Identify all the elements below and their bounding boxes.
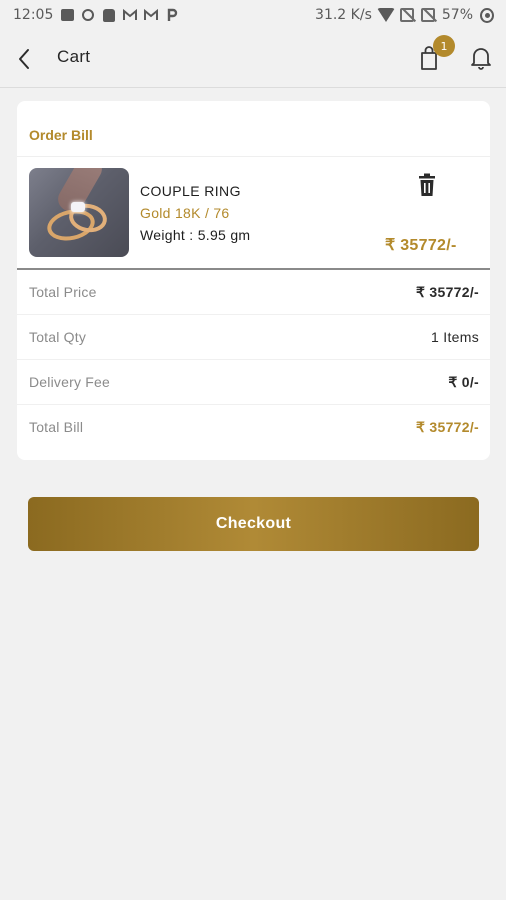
paytm-icon [165, 8, 179, 22]
checkout-button[interactable]: Checkout [28, 497, 479, 551]
total-bill-row: Total Bill ₹ 35772/- [17, 405, 490, 450]
row-value: ₹ 35772/- [416, 284, 479, 300]
notifications-button[interactable] [470, 45, 492, 71]
order-bill-title: Order Bill [29, 127, 93, 143]
row-value: ₹ 35772/- [416, 419, 479, 435]
app-icon [102, 8, 116, 22]
divider [17, 156, 490, 157]
product-image[interactable] [29, 168, 129, 257]
delete-item-button[interactable] [417, 173, 437, 197]
row-label: Total Price [29, 284, 97, 300]
product-variant: Gold 18K / 76 [140, 205, 230, 221]
status-time: 12:05 [13, 7, 54, 23]
total-price-row: Total Price ₹ 35772/- [17, 270, 490, 315]
delivery-fee-row: Delivery Fee ₹ 0/- [17, 360, 490, 405]
row-label: Total Qty [29, 329, 87, 345]
order-bill-card: Order Bill COUPLE RING Gold 18K / 76 Wei… [17, 101, 490, 460]
row-label: Total Bill [29, 419, 84, 435]
battery-percent: 57% [441, 7, 473, 23]
status-bar: 12:05 31.2 K/s 57% [0, 0, 506, 30]
product-weight: Weight : 5.95 gm [140, 227, 251, 243]
trash-icon [419, 173, 435, 196]
status-right: 31.2 K/s 57% [315, 7, 494, 23]
row-value: 1 Items [430, 329, 479, 345]
back-button[interactable] [14, 46, 38, 72]
product-name: COUPLE RING [140, 183, 241, 199]
gmail-icon [144, 8, 159, 22]
app-bar: Cart 1 [0, 30, 506, 88]
row-label: Delivery Fee [29, 374, 110, 390]
no-signal-icon [420, 8, 435, 22]
circle-icon [81, 8, 95, 22]
product-price: ₹ 35772/- [385, 237, 457, 254]
bell-icon [471, 48, 491, 70]
row-value: ₹ 0/- [448, 374, 479, 390]
back-arrow-icon [19, 49, 29, 69]
battery-icon [480, 7, 494, 23]
gmail-icon [123, 8, 138, 22]
total-qty-row: Total Qty 1 Items [17, 315, 490, 360]
gallery-icon [60, 8, 74, 22]
status-left: 12:05 [13, 7, 179, 23]
no-signal-icon [399, 8, 414, 22]
network-speed: 31.2 K/s [315, 7, 372, 23]
wifi-icon [376, 8, 395, 22]
cart-count-badge: 1 [433, 35, 455, 57]
page-title: Cart [57, 47, 91, 66]
